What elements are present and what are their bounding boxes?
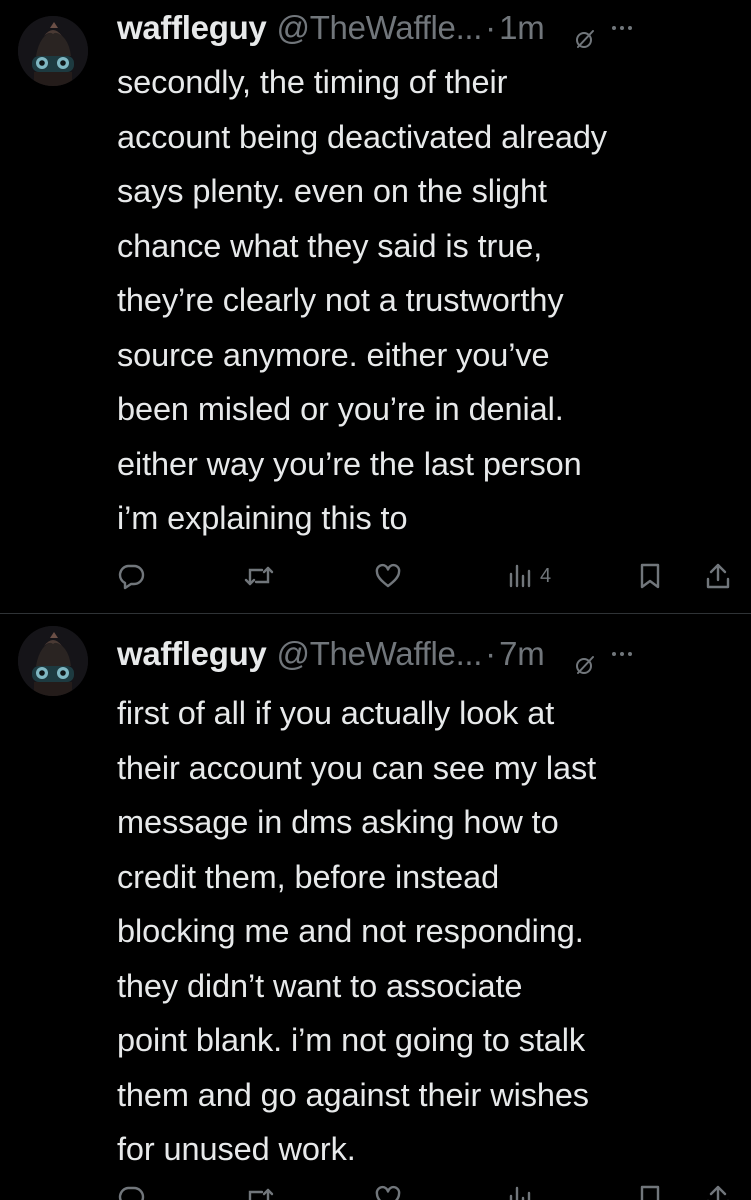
avatar[interactable]	[18, 16, 88, 86]
like-icon	[375, 563, 401, 588]
avatar[interactable]	[18, 626, 88, 696]
share-icon	[706, 563, 730, 589]
like-button[interactable]	[374, 1182, 402, 1200]
share-button[interactable]	[705, 1182, 731, 1200]
retweet-icon	[248, 1188, 274, 1200]
tweet-text: secondly, the timing of their account be…	[117, 64, 607, 536]
bookmark-button[interactable]	[638, 560, 662, 592]
views-count: 4	[540, 564, 552, 587]
grok-icon[interactable]	[574, 17, 596, 48]
tweet-time[interactable]: 1m	[499, 6, 545, 50]
views-button[interactable]	[508, 1182, 532, 1200]
retweet-icon	[244, 566, 274, 586]
retweet-button[interactable]	[244, 560, 274, 592]
user-handle[interactable]: @TheWaffle...	[277, 6, 483, 50]
bookmark-icon	[640, 563, 660, 589]
share-icon	[707, 1185, 729, 1200]
tweet-text: first of all if you actually look at the…	[117, 695, 597, 1167]
views-icon	[509, 564, 531, 588]
reply-button[interactable]	[117, 1182, 145, 1200]
reply-button[interactable]	[117, 560, 145, 592]
views-button[interactable]: 4	[508, 560, 551, 592]
separator-dot: ·	[485, 635, 497, 672]
retweet-button[interactable]	[244, 1182, 274, 1200]
bookmark-icon	[640, 1185, 660, 1200]
more-icon[interactable]	[612, 652, 633, 656]
reply-icon	[118, 1186, 145, 1200]
display-name[interactable]: waffleguy	[117, 632, 267, 676]
tweet[interactable]: waffleguy @TheWaffle... · 1m secondly, t…	[0, 0, 751, 614]
grok-icon[interactable]	[574, 643, 596, 674]
like-icon	[375, 1185, 401, 1200]
display-name[interactable]: waffleguy	[117, 6, 267, 50]
user-handle[interactable]: @TheWaffle...	[277, 632, 483, 676]
tweet-header: waffleguy @TheWaffle... · 1m	[117, 6, 739, 50]
timeline-feed: waffleguy @TheWaffle... · 1m secondly, t…	[0, 0, 751, 1200]
views-icon	[509, 1186, 531, 1200]
reply-icon	[118, 564, 145, 590]
tweet[interactable]: waffleguy @TheWaffle... · 7m first of al…	[0, 614, 751, 1200]
bookmark-button[interactable]	[638, 1182, 662, 1200]
share-button[interactable]	[705, 560, 731, 592]
tweet-actions	[117, 1182, 733, 1200]
like-button[interactable]	[374, 560, 402, 592]
tweet-actions: 4	[117, 560, 733, 592]
tweet-header: waffleguy @TheWaffle... · 7m	[117, 632, 739, 676]
separator-dot: ·	[485, 9, 497, 46]
tweet-time[interactable]: 7m	[499, 632, 545, 676]
more-icon[interactable]	[612, 26, 633, 30]
